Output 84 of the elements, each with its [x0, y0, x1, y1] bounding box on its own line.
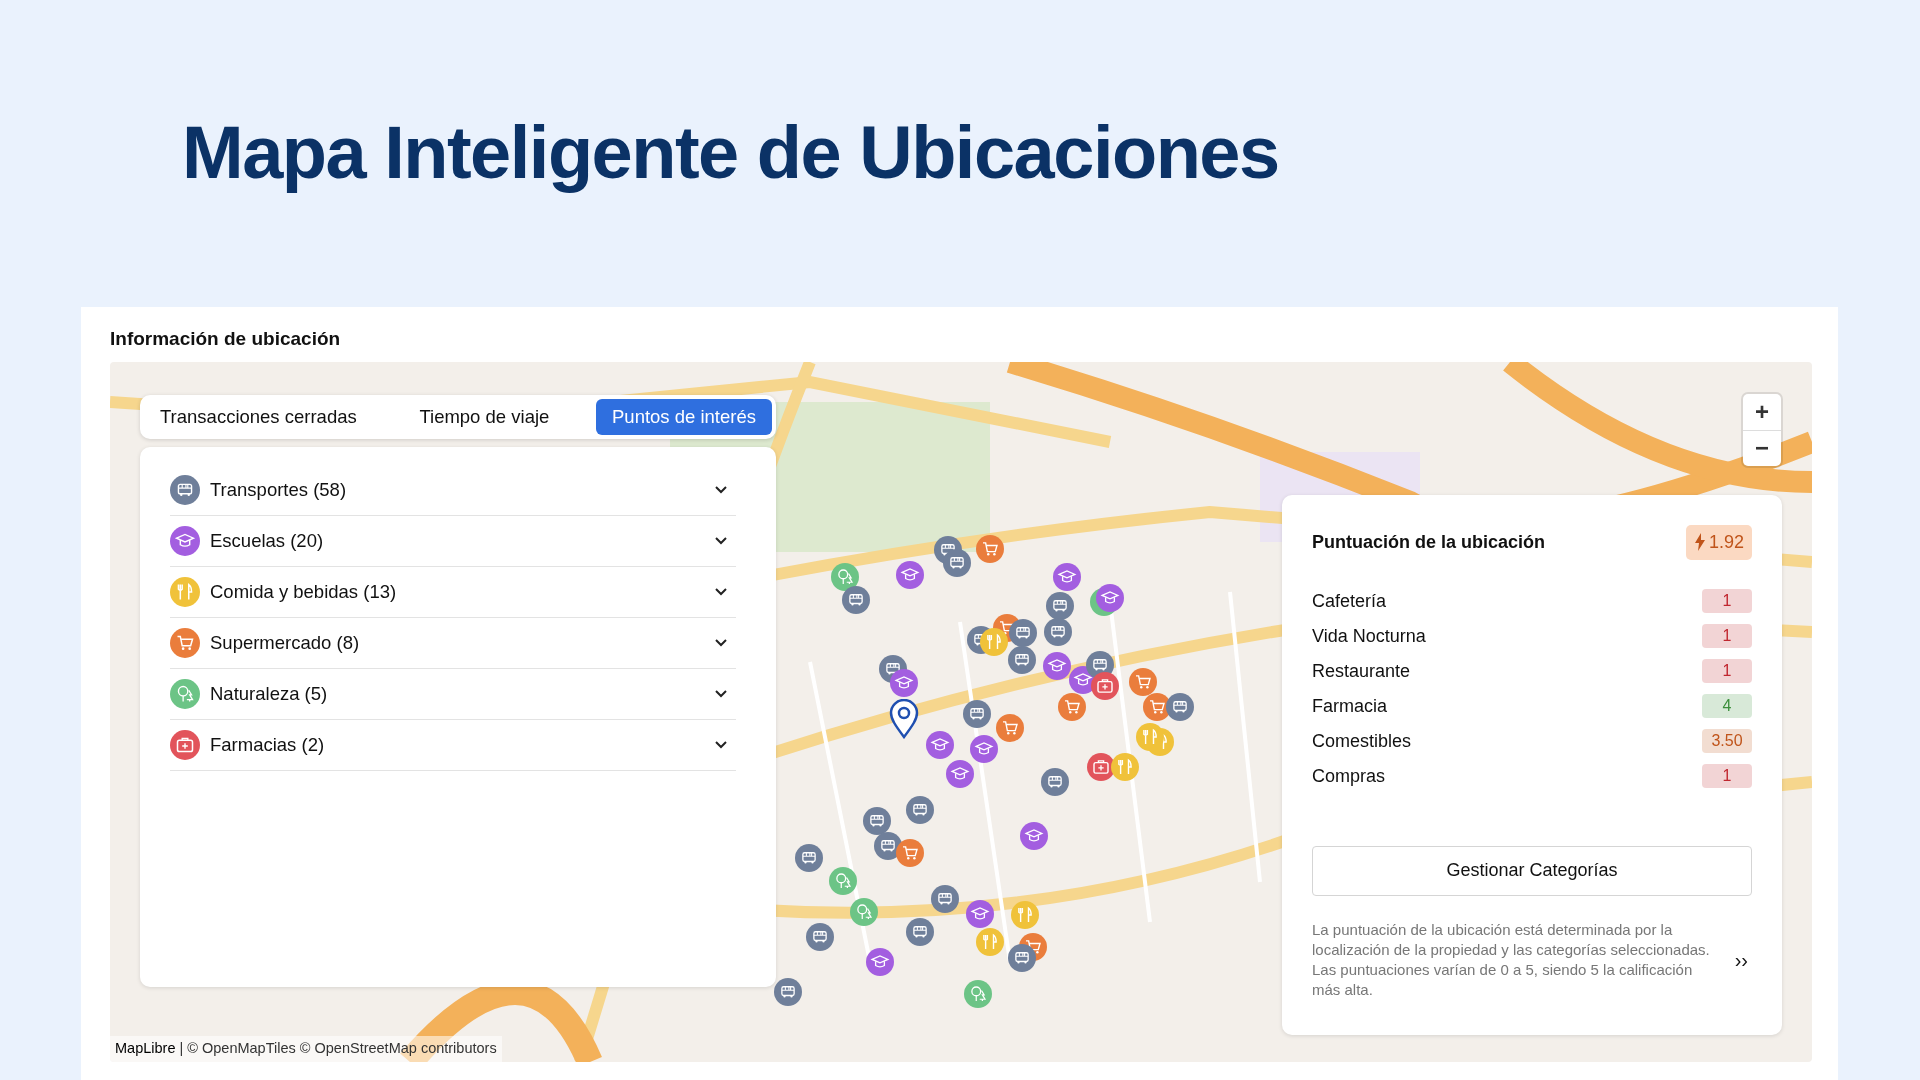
map-marker-icon — [863, 806, 891, 835]
score-badge: 3.50 — [1702, 729, 1752, 753]
map-marker-icon — [774, 977, 802, 1006]
map-marker-icon — [976, 927, 1004, 956]
map-marker-icon — [906, 917, 934, 946]
map-marker-icon — [829, 866, 857, 895]
map-marker-icon — [1043, 651, 1071, 680]
map-marker-icon — [970, 734, 998, 763]
map-marker-icon — [926, 730, 954, 759]
category-name: Cafetería — [1312, 589, 1387, 613]
map-marker-icon — [850, 897, 878, 926]
category-row[interactable]: Naturaleza (5) — [170, 668, 736, 720]
map-marker-icon — [1008, 943, 1036, 972]
map-marker-icon — [842, 585, 870, 614]
map-marker-icon — [943, 548, 971, 577]
map-marker-icon — [1129, 667, 1157, 696]
map-marker-icon — [1011, 900, 1039, 929]
score-badge: 1 — [1702, 624, 1752, 648]
map-marker-icon — [866, 947, 894, 976]
map-marker-icon — [976, 534, 1004, 563]
page-title: Mapa Inteligente de Ubicaciones — [182, 112, 1279, 194]
category-row[interactable]: Transportes (58) — [170, 464, 736, 516]
map-marker-icon — [946, 759, 974, 788]
panel-title: Puntuación de la ubicación — [1312, 530, 1546, 554]
map-marker-icon — [1096, 583, 1124, 612]
score-badge: 1 — [1702, 659, 1752, 683]
category-name: Restaurante — [1312, 659, 1411, 683]
category-row[interactable]: Comida y bebidas (13) — [170, 566, 736, 618]
section-title: Información de ubicación — [110, 327, 341, 351]
tab[interactable]: Transacciones cerradas — [144, 398, 373, 435]
map-marker-icon — [931, 884, 959, 913]
map-marker-icon — [896, 838, 924, 867]
score-value: 1.92 — [1708, 530, 1744, 554]
score-badge: 4 — [1702, 694, 1752, 718]
map-marker-icon — [1166, 692, 1194, 721]
category-label: Escuelas (20) — [210, 528, 324, 553]
map-marker-icon — [896, 560, 924, 589]
map-marker-icon — [1044, 617, 1072, 646]
map-marker-icon — [963, 699, 991, 728]
description-text: La puntuación de la ubicación está determinada por la localización de la propiedad y las categorías seleccionadas. Las puntuaciones varían de 0 a 5, siendo 5 la calificación más alta. — [1312, 919, 1711, 1000]
map-marker-icon — [996, 713, 1024, 742]
category-label: Supermercado (8) — [210, 630, 360, 655]
category-row[interactable]: Escuelas (20) — [170, 515, 736, 567]
map-marker-icon — [1111, 752, 1139, 781]
map-marker-icon — [1136, 722, 1164, 751]
category-name: Farmacia — [1312, 694, 1387, 718]
score-badge: 1 — [1702, 764, 1752, 788]
manage-categories-button[interactable]: Gestionar Categorías — [1312, 845, 1752, 896]
category-row[interactable]: Supermercado (8) — [170, 617, 736, 669]
map-marker-icon — [1041, 767, 1069, 796]
map-marker-icon — [1009, 618, 1037, 647]
expand-button[interactable]: ›› — [1730, 944, 1752, 975]
map-marker-icon — [1091, 671, 1119, 700]
zoom-in-button[interactable]: + — [1743, 393, 1781, 430]
lightning-icon — [1693, 533, 1706, 551]
location-pin-icon — [889, 698, 919, 739]
map-marker-icon — [1058, 692, 1086, 721]
map-marker-icon — [1008, 645, 1036, 674]
category-label: Comida y bebidas (13) — [210, 579, 397, 604]
score-badge: 1 — [1702, 589, 1752, 613]
map-marker-icon — [1087, 752, 1115, 781]
map-marker-icon — [1053, 562, 1081, 591]
map-marker-icon — [1046, 591, 1074, 620]
attribution-link[interactable]: MapLibre — [115, 1039, 176, 1056]
category-name: Vida Nocturna — [1312, 624, 1426, 648]
map-marker-icon — [966, 899, 994, 928]
map-marker-icon — [806, 922, 834, 951]
map-marker-icon — [906, 795, 934, 824]
category-name: Comestibles — [1312, 729, 1412, 753]
category-label: Farmacias (2) — [210, 732, 325, 757]
category-row[interactable]: Farmacias (2) — [170, 719, 736, 771]
map-marker-icon — [831, 562, 859, 591]
map-marker-icon — [795, 843, 823, 872]
map-marker-icon — [964, 979, 992, 1008]
map-marker-icon — [890, 668, 918, 697]
attribution-text: | © OpenMapTiles © OpenStreetMap contributors — [179, 1039, 497, 1056]
category-name: Compras — [1312, 764, 1386, 788]
map-marker-icon — [980, 627, 1008, 656]
category-label: Transportes (58) — [210, 477, 347, 502]
map-marker-icon — [1020, 821, 1048, 850]
category-label: Naturaleza (5) — [210, 681, 328, 706]
zoom-out-button[interactable]: − — [1743, 429, 1781, 466]
tab[interactable]: Tiempo de viaje — [403, 398, 566, 435]
tab[interactable]: Puntos de interés — [596, 398, 772, 435]
